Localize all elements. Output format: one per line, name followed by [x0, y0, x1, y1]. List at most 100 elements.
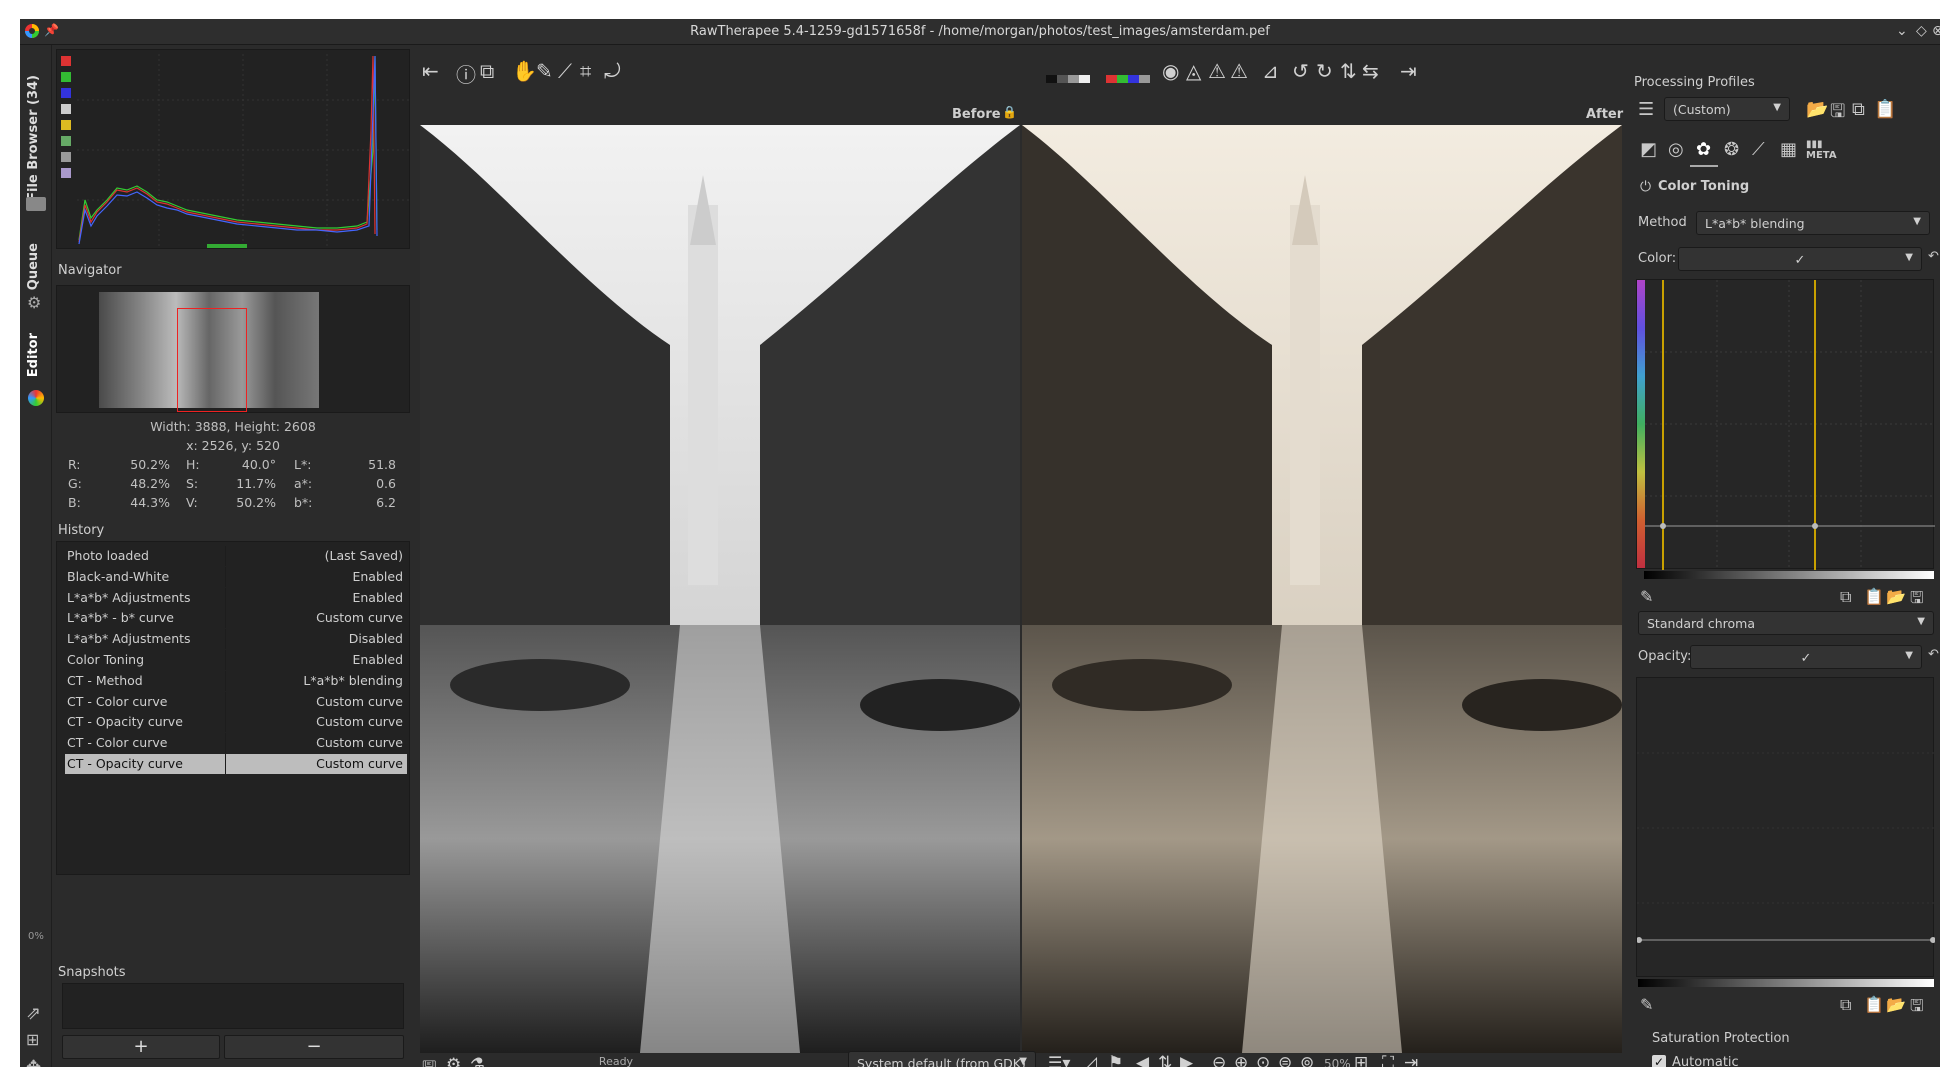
reset-opacity-curve-icon[interactable]: ↶ — [1928, 647, 1939, 662]
queue-gears-icon[interactable]: ⚙ — [446, 1055, 461, 1067]
background-color-icon[interactable] — [1046, 75, 1090, 83]
rotate-left-icon[interactable]: ↺ — [1292, 59, 1309, 83]
history-row[interactable]: Color Toning Enabled — [65, 650, 407, 670]
remove-snapshot-button[interactable]: − — [224, 1035, 404, 1059]
zoom-out-icon[interactable]: ⊖ — [1212, 1053, 1226, 1067]
history-row[interactable]: CT - Color curve Custom curve — [65, 691, 407, 712]
move-icon[interactable]: ✥ — [26, 1057, 41, 1067]
lock-icon[interactable]: 🔒 — [1002, 105, 1017, 119]
navigator-preview[interactable] — [56, 285, 410, 413]
history-row[interactable]: Black-and-White Enabled — [65, 566, 407, 587]
sync-icon[interactable]: ⇅ — [1158, 1053, 1172, 1067]
zoom-crop-icon[interactable]: ⊚ — [1300, 1053, 1314, 1067]
maximize-icon[interactable]: ◇ — [1916, 23, 1927, 39]
color-toning-title[interactable]: Color Toning — [1658, 179, 1749, 194]
before-after-icon[interactable]: ⧉ — [480, 59, 494, 83]
info-icon[interactable]: ⓘ — [456, 59, 476, 88]
previous-image-icon[interactable]: ◀ — [1136, 1053, 1149, 1067]
clipped-highlights-icon[interactable]: ⚠ — [1208, 59, 1226, 83]
new-detail-window-icon[interactable]: ⊞ — [1354, 1053, 1368, 1067]
history-row[interactable]: L*a*b* - b* curve Custom curve — [65, 608, 407, 629]
chroma-mode-select[interactable]: Standard chroma ▼ — [1638, 611, 1934, 635]
load-curve-icon[interactable]: 📂 — [1886, 587, 1906, 606]
crop-icon[interactable]: ⌗ — [580, 59, 591, 83]
preview-channel-icon[interactable] — [1106, 75, 1150, 83]
add-snapshot-button[interactable]: + — [62, 1035, 220, 1059]
tab-editor[interactable]: Editor — [26, 333, 41, 377]
history-row[interactable]: Photo loaded (Last Saved) — [65, 546, 407, 566]
save-icon[interactable]: 🖫 — [422, 1055, 436, 1067]
flip-vertical-icon[interactable]: ⇅ — [1340, 59, 1357, 83]
profile-list-icon[interactable]: ☰ — [1638, 99, 1654, 120]
straighten-tool-icon[interactable]: ⊿ — [1262, 59, 1279, 83]
method-select[interactable]: L*a*b* blending ▼ — [1696, 211, 1930, 235]
send-to-editor-icon[interactable]: ⇗ — [26, 1003, 41, 1024]
load-opacity-curve-icon[interactable]: 📂 — [1886, 995, 1906, 1014]
gamut-icon[interactable]: ⚑ — [1108, 1053, 1123, 1067]
advanced-tab-icon[interactable]: ❂ — [1724, 139, 1739, 160]
hide-right-panel-icon[interactable]: ⇥ — [1400, 59, 1417, 83]
history-row[interactable]: CT - Opacity curve Custom curve — [65, 754, 407, 774]
white-balance-icon[interactable]: ✎ — [536, 59, 553, 83]
history-row[interactable]: CT - Method L*a*b* blending — [65, 670, 407, 691]
intent-icon[interactable]: ☰▾ — [1048, 1053, 1070, 1067]
save-profile-icon[interactable]: 🖫 — [1830, 99, 1845, 129]
tab-queue[interactable]: Queue — [26, 243, 41, 290]
transform-icon[interactable]: ⤾ — [604, 59, 621, 83]
copy-opacity-curve-icon[interactable]: ⧉ — [1840, 995, 1851, 1015]
opacity-curve-editor[interactable] — [1636, 677, 1936, 977]
profile-select[interactable]: (Custom) ▼ — [1664, 97, 1790, 121]
tab-file-browser[interactable]: File Browser (34) — [26, 75, 41, 201]
focus-mask-icon[interactable]: ◉ — [1162, 59, 1179, 83]
exposure-tab-icon[interactable]: ◩ — [1640, 139, 1657, 160]
history-row[interactable]: CT - Opacity curve Custom curve — [65, 712, 407, 733]
save-opacity-curve-icon[interactable]: 🖫 — [1910, 995, 1924, 1022]
copy-curve-icon[interactable]: ⧉ — [1840, 587, 1851, 607]
close-icon[interactable]: ⊗ — [1932, 23, 1940, 39]
paste-opacity-curve-icon[interactable]: 📋 — [1864, 995, 1884, 1014]
after-image[interactable] — [1022, 125, 1622, 1053]
detail-tab-icon[interactable]: ◎ — [1668, 139, 1684, 160]
external-editor-icon[interactable]: ⚗ — [470, 1055, 485, 1067]
softproof-icon[interactable]: ◿ — [1084, 1053, 1097, 1067]
edit-opacity-curve-icon[interactable]: ✎ — [1640, 995, 1653, 1014]
power-icon[interactable]: ⏻ — [1640, 179, 1651, 195]
zoom-in-icon[interactable]: ⊕ — [1234, 1053, 1248, 1067]
reset-color-curve-icon[interactable]: ↶ — [1928, 249, 1939, 264]
before-image[interactable] — [420, 125, 1020, 1053]
raw-tab-icon[interactable]: ▦ — [1780, 139, 1797, 160]
transform-tab-icon[interactable]: ⟋ — [1752, 139, 1765, 160]
metadata-tab-icon[interactable]: ▮▮▮ META — [1806, 139, 1837, 161]
zoom-100-icon[interactable]: ⊙ — [1256, 1053, 1270, 1067]
automatic-checkbox[interactable]: ✓ — [1652, 1055, 1666, 1067]
output-profile-select[interactable]: System default (from GDK) ▼ — [848, 1051, 1036, 1067]
warning-icon[interactable]: ⚠ — [1230, 59, 1248, 83]
history-row[interactable]: CT - Color curve Custom curve — [65, 733, 407, 754]
history-row[interactable]: L*a*b* Adjustments Enabled — [65, 587, 407, 608]
paste-curve-icon[interactable]: 📋 — [1864, 587, 1884, 606]
s-label: S: — [186, 476, 199, 491]
rotate-right-icon[interactable]: ↻ — [1316, 59, 1333, 83]
hide-left-panel-icon[interactable]: ⇤ — [422, 59, 439, 83]
minimize-icon[interactable]: ⌄ — [1896, 23, 1908, 39]
opacity-curve-type-select[interactable]: ✓ ▼ — [1690, 645, 1922, 669]
paste-profile-icon[interactable]: 📋 — [1874, 99, 1896, 120]
flip-horizontal-icon[interactable]: ⇆ — [1362, 59, 1379, 83]
color-curve-editor[interactable] — [1636, 279, 1935, 570]
color-tab-icon[interactable]: ✿ — [1696, 139, 1711, 160]
edit-curve-icon[interactable]: ✎ — [1640, 587, 1653, 606]
collapse-panels-icon[interactable]: ⇥ — [1404, 1053, 1418, 1067]
navigator-viewport-frame[interactable] — [177, 308, 247, 412]
save-curve-icon[interactable]: 🖫 — [1910, 587, 1924, 614]
zoom-fit-icon[interactable]: ⊜ — [1278, 1053, 1292, 1067]
copy-profile-icon[interactable]: ⧉ — [1852, 99, 1865, 120]
hand-tool-icon[interactable]: ✋ — [512, 59, 537, 83]
color-curve-type-select[interactable]: ✓ ▼ — [1678, 247, 1922, 271]
fullscreen-icon[interactable]: ⛶ — [1382, 1053, 1394, 1067]
open-profile-icon[interactable]: 📂 — [1806, 99, 1828, 120]
clipped-shadows-icon[interactable]: ◬ — [1186, 59, 1201, 83]
straighten-icon[interactable]: ⟋ — [558, 59, 572, 83]
history-row[interactable]: L*a*b* Adjustments Disabled — [65, 629, 407, 650]
sizing-icon[interactable]: ⊞ — [26, 1030, 39, 1049]
next-image-icon[interactable]: ▶ — [1180, 1053, 1193, 1067]
